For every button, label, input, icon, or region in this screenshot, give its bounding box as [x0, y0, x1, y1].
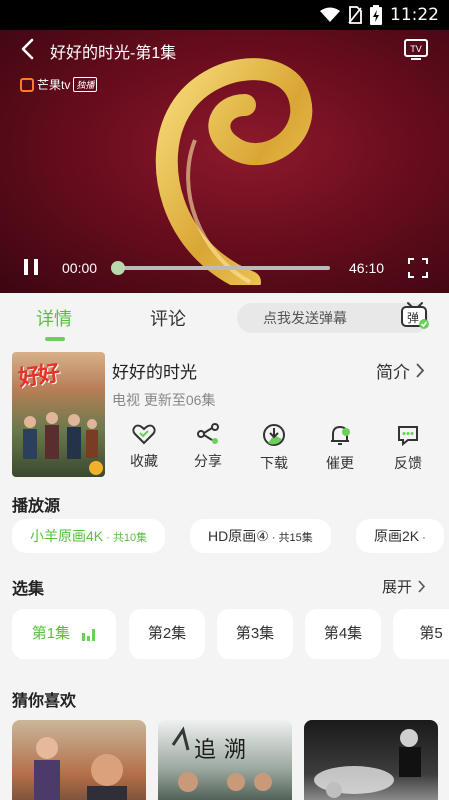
recommend-card-3[interactable]	[304, 720, 438, 800]
feedback-icon	[398, 426, 418, 447]
progress-bar[interactable]	[111, 261, 330, 275]
cast-tv-icon[interactable]: TV	[403, 37, 429, 61]
source-count: ·	[419, 532, 426, 544]
player-controls: 00:00 46:10	[0, 252, 449, 282]
recommend-poster-art	[34, 737, 127, 800]
download-button[interactable]: 下载	[252, 423, 296, 473]
svg-text:TV: TV	[410, 44, 422, 54]
danmu-icon[interactable]: 弹	[400, 300, 430, 330]
wifi-icon	[320, 7, 340, 22]
logo-text: 芒果tv	[37, 78, 71, 92]
mango-tv-logo: 芒果tv 独播	[20, 76, 98, 93]
recommend-list: 追溯	[12, 720, 449, 800]
video-player[interactable]: 好好的时光-第1集 TV 芒果tv 独播 00:00 46:10	[0, 30, 449, 293]
source-list: 小羊原画4K · 共10集 HD原画④ · 共15集 原画2K ·	[12, 519, 449, 553]
episode-item-2[interactable]: 第2集	[129, 609, 205, 659]
status-icons: 11:22	[320, 5, 439, 25]
playing-bars-icon	[82, 629, 96, 642]
recommend-card-2[interactable]: 追溯	[158, 720, 292, 800]
tab-indicator	[45, 337, 65, 341]
action-label-download: 下载	[260, 455, 288, 471]
download-icon	[263, 424, 285, 446]
action-label-favorite: 收藏	[130, 453, 158, 469]
poster-people	[23, 412, 103, 475]
player-title: 好好的时光-第1集	[50, 45, 177, 62]
chevron-right-icon	[418, 580, 426, 593]
source-name: HD原画④	[208, 528, 269, 544]
episode-item-3[interactable]: 第3集	[217, 609, 293, 659]
episode-label: 第5	[419, 625, 443, 642]
pause-icon[interactable]	[22, 258, 40, 276]
show-poster[interactable]: 好好	[12, 352, 105, 477]
bell-icon	[331, 425, 350, 445]
expand-episodes-link[interactable]: 展开	[382, 576, 426, 597]
tab-bar: 详情 评论 点我发送弹幕 弹	[0, 293, 449, 343]
detail-sheet: 详情 评论 点我发送弹幕 弹 好好 好好的时光 电视 更新至06集 简介 收藏 …	[0, 293, 449, 800]
episode-item-4[interactable]: 第4集	[305, 609, 381, 659]
recommend-card-1[interactable]	[12, 720, 146, 800]
tab-comments[interactable]: 评论	[150, 305, 186, 331]
episode-label: 第2集	[147, 625, 187, 642]
status-time: 11:22	[390, 5, 439, 25]
intro-label: 简介	[376, 363, 410, 382]
action-label-feedback: 反馈	[394, 455, 422, 471]
episode-item-5[interactable]: 第5	[393, 609, 449, 659]
feedback-button[interactable]: 反馈	[386, 423, 430, 473]
progress-knob[interactable]	[111, 261, 125, 275]
recommend-poster-art	[171, 726, 272, 792]
battery-charging-icon	[370, 5, 382, 25]
total-time: 46:10	[349, 260, 385, 276]
urge-update-button[interactable]: 催更	[318, 423, 362, 473]
recommend-section-title: 猜你喜欢	[12, 693, 77, 710]
action-bar: 收藏 分享 下载 催更 反馈	[122, 423, 437, 477]
source-name: 原画2K	[374, 528, 420, 544]
fullscreen-icon[interactable]	[407, 257, 429, 279]
no-sim-icon	[348, 6, 362, 24]
mango-logo-icon	[20, 77, 34, 92]
heart-icon	[132, 424, 156, 445]
video-frame-swirl	[155, 58, 313, 285]
episode-label: 第1集	[31, 625, 71, 642]
source-item-2[interactable]: HD原画④ · 共15集	[190, 519, 331, 553]
source-count: · 共15集	[268, 532, 313, 544]
episode-item-1[interactable]: 第1集	[12, 609, 116, 659]
share-button[interactable]: 分享	[186, 423, 230, 471]
recommend-poster-art	[314, 729, 421, 798]
episode-label: 第4集	[323, 625, 363, 642]
expand-label: 展开	[382, 579, 413, 596]
episode-list: 第1集 第2集 第3集 第4集 第5	[12, 609, 449, 659]
danmu-icon-text: 弹	[407, 311, 419, 325]
source-name: 小羊原画4K	[30, 528, 104, 544]
chevron-right-icon	[416, 363, 425, 378]
current-time: 00:00	[62, 260, 98, 276]
source-count: · 共10集	[103, 532, 148, 544]
episode-section-title: 选集	[12, 581, 45, 598]
source-item-3[interactable]: 原画2K ·	[356, 519, 444, 553]
status-bar: 11:22	[0, 0, 449, 30]
show-subtitle: 电视 更新至06集	[112, 392, 216, 408]
episode-label: 第3集	[235, 625, 275, 642]
tab-details[interactable]: 详情	[36, 305, 72, 331]
source-item-1[interactable]: 小羊原画4K · 共10集	[12, 519, 166, 553]
show-info: 好好 好好的时光 电视 更新至06集 简介 收藏 分享 下载 催更 反馈	[12, 352, 437, 478]
action-label-share: 分享	[194, 453, 222, 469]
share-icon	[197, 423, 219, 444]
source-section-title: 播放源	[12, 498, 61, 515]
intro-link[interactable]: 简介	[376, 358, 425, 383]
favorite-button[interactable]: 收藏	[122, 423, 166, 471]
show-title: 好好的时光	[112, 363, 197, 382]
exclusive-tag: 独播	[73, 77, 98, 92]
action-label-urge: 催更	[326, 455, 354, 471]
back-icon[interactable]	[18, 38, 40, 60]
